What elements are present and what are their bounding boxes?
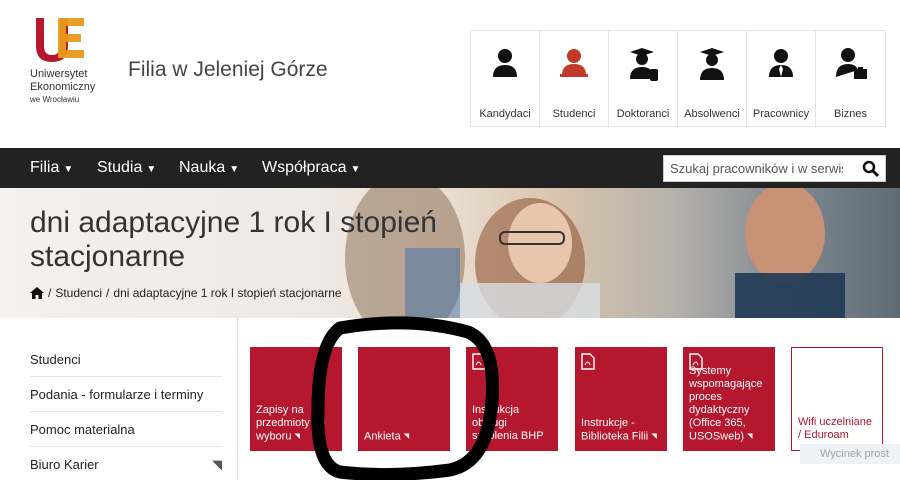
snipping-tool-overlay: Wycinek prost [800,444,900,464]
breadcrumb-current: dni adaptacyjne 1 rok I stopień stacjona… [113,286,342,300]
arrow-icon: ◥ [651,432,657,440]
nav-item-studia[interactable]: Studia ▼ [97,148,156,188]
tile-systemy[interactable]: Systemy wspomagające proces dydaktyczny … [683,347,775,451]
sidebar-item-podania[interactable]: Podania - formularze i terminy [30,377,222,412]
nav-item-wspolpraca[interactable]: Współpraca ▼ [262,148,360,188]
external-link-icon: ◥ [212,457,222,472]
tile-label: Systemy wspomagające proces dydaktyczny … [689,365,771,443]
logo-text-line3: we Wrocławiu [30,95,80,104]
tile-wifi[interactable]: Wifi uczelniane / Eduroam [791,347,883,451]
arrow-icon: ◥ [747,432,753,440]
graduate-icon [700,48,724,80]
breadcrumb-separator: / [106,286,110,300]
page-title: dni adaptacyjne 1 rok I stopień stacjona… [30,206,437,273]
site-title: Filia w Jeleniej Górze [128,58,328,81]
tile-text: Wifi uczelniane / Eduroam [798,416,872,441]
search-box [663,155,886,182]
hand-drawn-circle [311,316,499,480]
breadcrumb-separator: / [48,286,52,300]
caret-down-icon: ▼ [146,164,157,175]
nav-label: Filia [30,159,60,176]
nav-label: Nauka [179,159,226,176]
sidebar-item-biuro-karier[interactable]: Biuro Karier ◥ [30,447,222,482]
sidebar-item-label: Pomoc materialna [30,422,135,437]
sidebar-item-studenci[interactable]: Studenci [30,342,222,377]
caret-down-icon: ▼ [229,164,240,175]
nav-item-filia[interactable]: Filia ▼ [30,148,73,188]
sidebar-divider [237,318,238,480]
audience-label: Studenci [552,108,596,120]
sidebar-item-pomoc[interactable]: Pomoc materialna [30,412,222,447]
logo-text-line1: Uniwersytet [30,68,88,80]
audience-studenci[interactable]: Studenci [540,31,609,126]
nav-item-nauka[interactable]: Nauka ▼ [179,148,239,188]
audience-pracownicy[interactable]: Pracownicy [747,31,816,126]
tile-label: Wifi uczelniane / Eduroam [798,416,878,442]
audience-label: Doktoranci [616,108,670,120]
employee-icon [769,49,793,77]
search-input[interactable] [664,156,849,181]
pdf-icon [581,353,595,370]
site-header: Uniwersytet Ekonomiczny we Wrocławiu Fil… [0,0,900,148]
caret-down-icon: ▼ [63,164,74,175]
audience-label: Kandydaci [479,108,531,120]
person-icon [493,49,517,77]
sidebar-item-label: Podania - formularze i terminy [30,387,204,402]
audience-label: Absolwenci [684,108,740,120]
nav-label: Studia [97,159,143,176]
hero-banner: dni adaptacyjne 1 rok I stopień stacjona… [0,188,900,318]
ue-logo-mark [36,18,84,62]
caret-down-icon: ▼ [350,164,361,175]
audience-absolwenci[interactable]: Absolwenci [678,31,747,126]
search-icon[interactable] [861,160,881,178]
nav-label: Współpraca [262,159,347,176]
home-icon[interactable] [30,287,44,299]
tile-text: Instrukcje - Biblioteka Filii [581,416,649,442]
tile-label: Instrukcje - Biblioteka Filii ◥ [581,417,663,443]
breadcrumb: / Studenci / dni adaptacyjne 1 rok I sto… [30,286,346,300]
main-navbar: Filia ▼ Studia ▼ Nauka ▼ Współpraca ▼ [0,148,900,188]
student-icon [560,49,588,77]
graduate-diploma-icon [630,48,658,81]
audience-nav: Kandydaci Studenci Doktoranci Absolwenci… [470,30,886,127]
breadcrumb-link-studenci[interactable]: Studenci [55,286,102,300]
logo-text-line2: Ekonomiczny [30,81,96,93]
business-icon [835,48,867,79]
audience-doktoranci[interactable]: Doktoranci [609,31,678,126]
audience-kandydaci[interactable]: Kandydaci [471,31,540,126]
audience-biznes[interactable]: Biznes [816,31,885,126]
audience-label: Biznes [833,108,868,120]
tile-text: Systemy wspomagające proces dydaktyczny … [689,364,763,442]
university-logo[interactable]: Uniwersytet Ekonomiczny we Wrocławiu [30,14,120,104]
tile-instrukcje-biblioteka[interactable]: Instrukcje - Biblioteka Filii ◥ [575,347,667,451]
sidebar: Studenci Podania - formularze i terminy … [0,318,238,480]
sidebar-item-label: Studenci [30,352,81,367]
audience-label: Pracownicy [752,108,810,120]
sidebar-item-label: Biuro Karier [30,457,99,472]
